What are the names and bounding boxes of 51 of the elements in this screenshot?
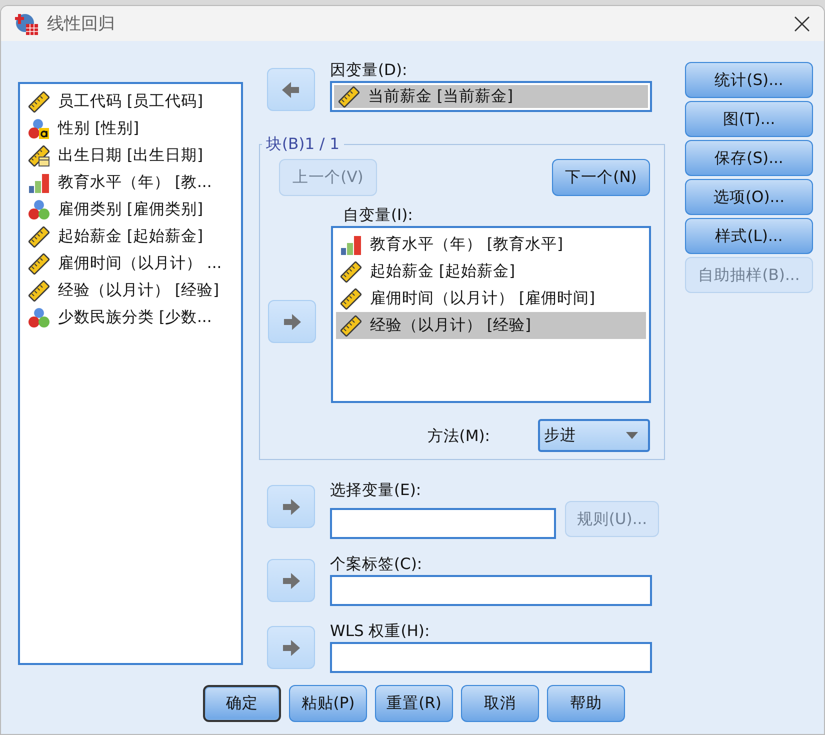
variable-item[interactable]: 经验（以月计） [经验]	[336, 312, 646, 339]
variable-item[interactable]: 性别 [性别]	[24, 115, 237, 142]
dialog-button[interactable]: 取消	[461, 685, 539, 722]
method-dropdown[interactable]: 步进	[538, 419, 650, 452]
independent-list[interactable]: 教育水平（年） [教育水平] 起始薪金 [起始薪金] 雇佣时间（以月计） [雇佣时间] 经验（以月计） [经验]	[331, 226, 651, 403]
variable-item[interactable]: 经验（以月计） [经验]	[24, 277, 237, 304]
field-label: 自变量(I):	[342, 205, 414, 226]
variable-list[interactable]: 员工代码 [员工代码] 性别 [性别] 出生日期 [出生日期] 教育水平（年） [教... 雇佣类别 [雇佣类别] 起始薪金 [起始薪金] 雇佣时间（以月计） ... 经验（以月计） [经验] 少数民族分类 [少数...	[18, 82, 243, 665]
input-field[interactable]	[330, 642, 652, 673]
option-button[interactable]: 图(T)...	[685, 101, 813, 137]
variable-item[interactable]: 起始薪金 [起始薪金]	[24, 223, 237, 250]
method-label: 方法(M):	[427, 426, 490, 446]
dialog-button[interactable]: 重置(R)	[375, 685, 453, 722]
move-arrow-button[interactable]	[267, 559, 315, 602]
circles-icon	[28, 198, 50, 220]
bar-chart-icon	[28, 172, 50, 194]
close-icon[interactable]	[794, 16, 810, 32]
input-field[interactable]	[330, 575, 652, 606]
variable-item[interactable]: 少数民族分类 [少数...	[24, 304, 237, 331]
move-arrow-button[interactable]	[267, 485, 315, 528]
circles-icon	[28, 306, 50, 328]
option-button[interactable]: 样式(L)...	[685, 218, 813, 254]
bar-chart-icon	[340, 234, 362, 256]
variable-item[interactable]: 教育水平（年） [教...	[24, 169, 237, 196]
group-title: 块(B)1 / 1	[265, 134, 341, 155]
move-arrow-button[interactable]	[267, 68, 315, 111]
option-button[interactable]: 保存(S)...	[685, 140, 813, 176]
variable-item[interactable]: 出生日期 [出生日期]	[24, 142, 237, 169]
variable-item[interactable]: 雇佣时间（以月计） [雇佣时间]	[336, 285, 646, 312]
circles-letter-icon	[28, 118, 50, 140]
field-label: 选择变量(E):	[330, 480, 422, 501]
dialog-button[interactable]: 帮助	[547, 685, 625, 722]
option-button[interactable]: 选项(O)...	[685, 179, 813, 215]
field-label: 个案标签(C):	[330, 554, 424, 575]
option-button[interactable]: 统计(S)...	[685, 62, 813, 98]
app-icon	[15, 12, 39, 36]
move-arrow-button[interactable]	[267, 626, 315, 669]
variable-item[interactable]: 雇佣类别 [雇佣类别]	[24, 196, 237, 223]
variable-item[interactable]: 起始薪金 [起始薪金]	[336, 258, 646, 285]
variable-item[interactable]: 教育水平（年） [教育水平]	[336, 231, 646, 258]
variable-item[interactable]: 员工代码 [员工代码]	[24, 88, 237, 115]
field-label: WLS 权重(H):	[330, 621, 431, 642]
dialog-button[interactable]: 粘贴(P)	[289, 685, 367, 722]
move-arrow-button[interactable]	[268, 300, 316, 343]
dropdown-caret-icon	[626, 432, 638, 439]
window-title: 线性回归	[47, 13, 116, 35]
input-field[interactable]	[330, 508, 556, 539]
field-label: 因变量(D):	[330, 60, 408, 81]
dialog-button[interactable]: 确定	[203, 685, 281, 722]
next-button[interactable]: 下一个(N)	[552, 159, 650, 196]
variable-item[interactable]: 雇佣时间（以月计） ...	[24, 250, 237, 277]
